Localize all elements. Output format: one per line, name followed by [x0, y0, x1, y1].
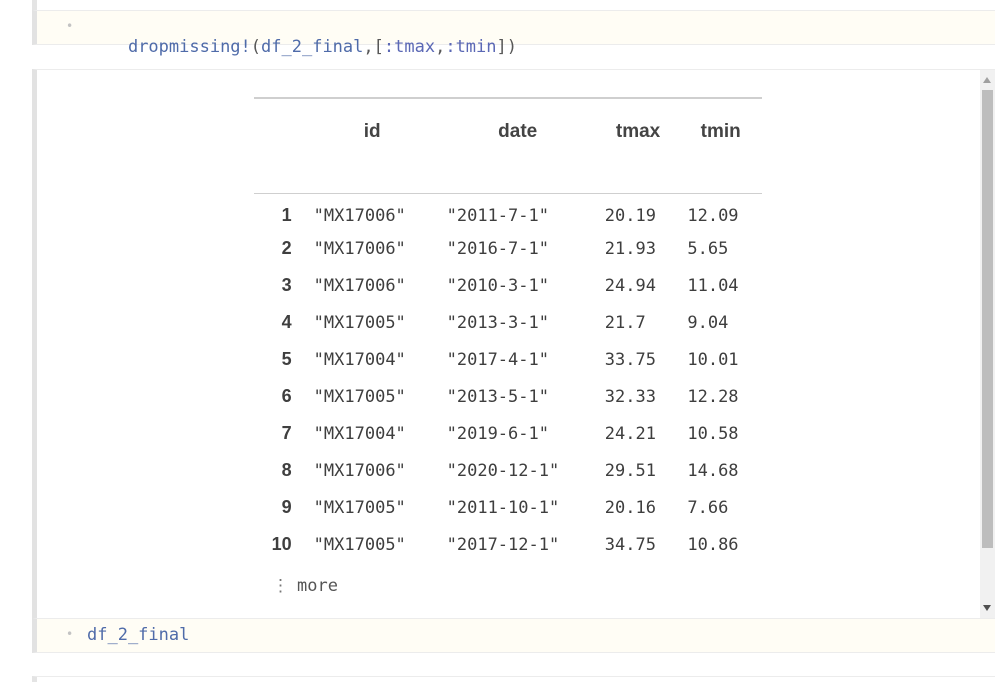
table-row: 9 "MX17005" "2011-10-1" 20.16 7.66: [254, 489, 762, 526]
scrollbar-thumb[interactable]: [982, 90, 993, 548]
cell-bullet-icon: •: [66, 627, 74, 641]
table-row: 1 "MX17006" "2011-7-1" 20.19 12.09: [254, 193, 762, 230]
cell-id: "MX17004": [313, 423, 406, 444]
header-tmax: tmax: [615, 121, 661, 142]
cell-date: "2019-6-1": [446, 423, 549, 444]
cell-rownum: 7: [281, 423, 292, 443]
table-row: 7 "MX17004" "2019-6-1" 24.21 10.58: [254, 415, 762, 452]
cell-id: "MX17005": [313, 312, 406, 333]
code-cell-dropmissing[interactable]: • dropmissing!(df_2_final,[:tmax,:tmin]): [32, 10, 995, 57]
cell-tmin: 10.86: [687, 534, 739, 555]
cell-id: "MX17006": [313, 238, 406, 259]
cell-tmin: 7.66: [687, 497, 729, 518]
cell-id: "MX17005": [313, 534, 406, 555]
table-header-row: id date tmax tmin: [254, 98, 762, 193]
cell-tmin: 9.04: [687, 312, 729, 333]
cell-tmax: 21.7: [604, 312, 646, 333]
cell-rownum: 10: [271, 534, 292, 554]
scroll-down-arrow-icon[interactable]: [983, 605, 991, 611]
table-row: 3 "MX17006" "2010-3-1" 24.94 11.04: [254, 267, 762, 304]
code-line[interactable]: df_2_final: [87, 625, 189, 645]
cell-date: "2017-4-1": [446, 349, 549, 370]
table-row: 8 "MX17006" "2020-12-1" 29.51 14.68: [254, 452, 762, 489]
code-comma: ,: [435, 37, 446, 57]
cell-date: "2016-7-1": [446, 238, 549, 259]
cell-tmax: 32.33: [604, 386, 656, 407]
cell-rownum: 8: [281, 460, 292, 480]
cell-tmax: 20.16: [604, 497, 656, 518]
cell-id: "MX17006": [313, 460, 406, 481]
more-dots-icon: ⋮: [272, 576, 289, 596]
cell-rownum: 5: [281, 349, 292, 369]
cell-tmin: 12.09: [687, 205, 739, 226]
cell-rownum: 3: [281, 275, 292, 295]
cell-date: "2010-3-1": [446, 275, 549, 296]
table-row: 4 "MX17005" "2013-3-1" 21.7 9.04: [254, 304, 762, 341]
code-close: ]): [496, 37, 517, 57]
cell-tmax: 20.19: [604, 205, 656, 226]
code-argument: df_2_final: [261, 37, 364, 57]
next-cell-edge: [32, 676, 995, 682]
more-label: more: [297, 576, 338, 596]
cell-tmin: 10.58: [687, 423, 739, 444]
header-rownum: [254, 98, 306, 193]
cell-tmax: 29.51: [604, 460, 656, 481]
cell-rownum: 1: [281, 205, 292, 226]
cell-rownum: 2: [281, 238, 292, 258]
cell-tmin: 11.04: [687, 275, 739, 296]
cell-tmin: 14.68: [687, 460, 739, 481]
cell-date: "2011-7-1": [446, 205, 549, 226]
code-identifier: df_2_final: [87, 625, 190, 645]
code-comma: ,: [363, 37, 374, 57]
cell-id: "MX17005": [313, 497, 406, 518]
code-symbol-tmax: :tmax: [383, 37, 436, 57]
more-button[interactable]: ⋮ more: [272, 576, 338, 596]
cell-tmax: 33.75: [604, 349, 656, 370]
cell-date: "2013-3-1": [446, 312, 549, 333]
cell-date: "2013-5-1": [446, 386, 549, 407]
cell-date: "2020-12-1": [446, 460, 560, 481]
cell-id: "MX17006": [313, 205, 406, 226]
cell-tmax: 34.75: [604, 534, 656, 555]
table-row: 2 "MX17006" "2016-7-1" 21.93 5.65: [254, 230, 762, 267]
cell-id: "MX17004": [313, 349, 406, 370]
cell-id: "MX17005": [313, 386, 406, 407]
code-cell-df[interactable]: • df_2_final: [32, 618, 995, 653]
code-function: dropmissing!: [127, 37, 251, 57]
scroll-up-arrow-icon[interactable]: [983, 77, 991, 83]
output-cell: id date tmax tmin 1 "MX17006" "2011-7-1" 20…: [32, 69, 995, 618]
cell-rownum: 9: [281, 497, 292, 517]
table-row: 10 "MX17005" "2017-12-1" 34.75 10.86: [254, 526, 762, 563]
cell-tmax: 24.94: [604, 275, 656, 296]
cell-tmin: 5.65: [687, 238, 729, 259]
cell-date: "2011-10-1": [446, 497, 560, 518]
code-line[interactable]: dropmissing!(df_2_final,[:tmax,:tmin]): [87, 17, 517, 77]
table-row: 6 "MX17005" "2013-5-1" 32.33 12.28: [254, 378, 762, 415]
cell-rownum: 6: [281, 386, 292, 406]
cell-tmax: 24.21: [604, 423, 656, 444]
cell-rownum: 4: [281, 312, 292, 332]
dataframe-table: id date tmax tmin 1 "MX17006" "2011-7-1" 20…: [254, 97, 762, 563]
cell-id: "MX17006": [313, 275, 406, 296]
cell-tmin: 10.01: [687, 349, 739, 370]
cell-date: "2017-12-1": [446, 534, 560, 555]
header-date: date: [498, 121, 538, 142]
header-id: id: [363, 121, 381, 142]
cell-bullet-icon: •: [66, 19, 74, 33]
code-open-bracket: [: [373, 37, 384, 57]
code-symbol-tmin: :tmin: [445, 37, 497, 57]
cell-tmin: 12.28: [687, 386, 739, 407]
cell-tmax: 21.93: [604, 238, 656, 259]
header-tmin: tmin: [700, 121, 741, 142]
table-row: 5 "MX17004" "2017-4-1" 33.75 10.01: [254, 341, 762, 378]
vertical-scrollbar[interactable]: [980, 70, 995, 618]
code-open-paren: (: [250, 37, 262, 57]
